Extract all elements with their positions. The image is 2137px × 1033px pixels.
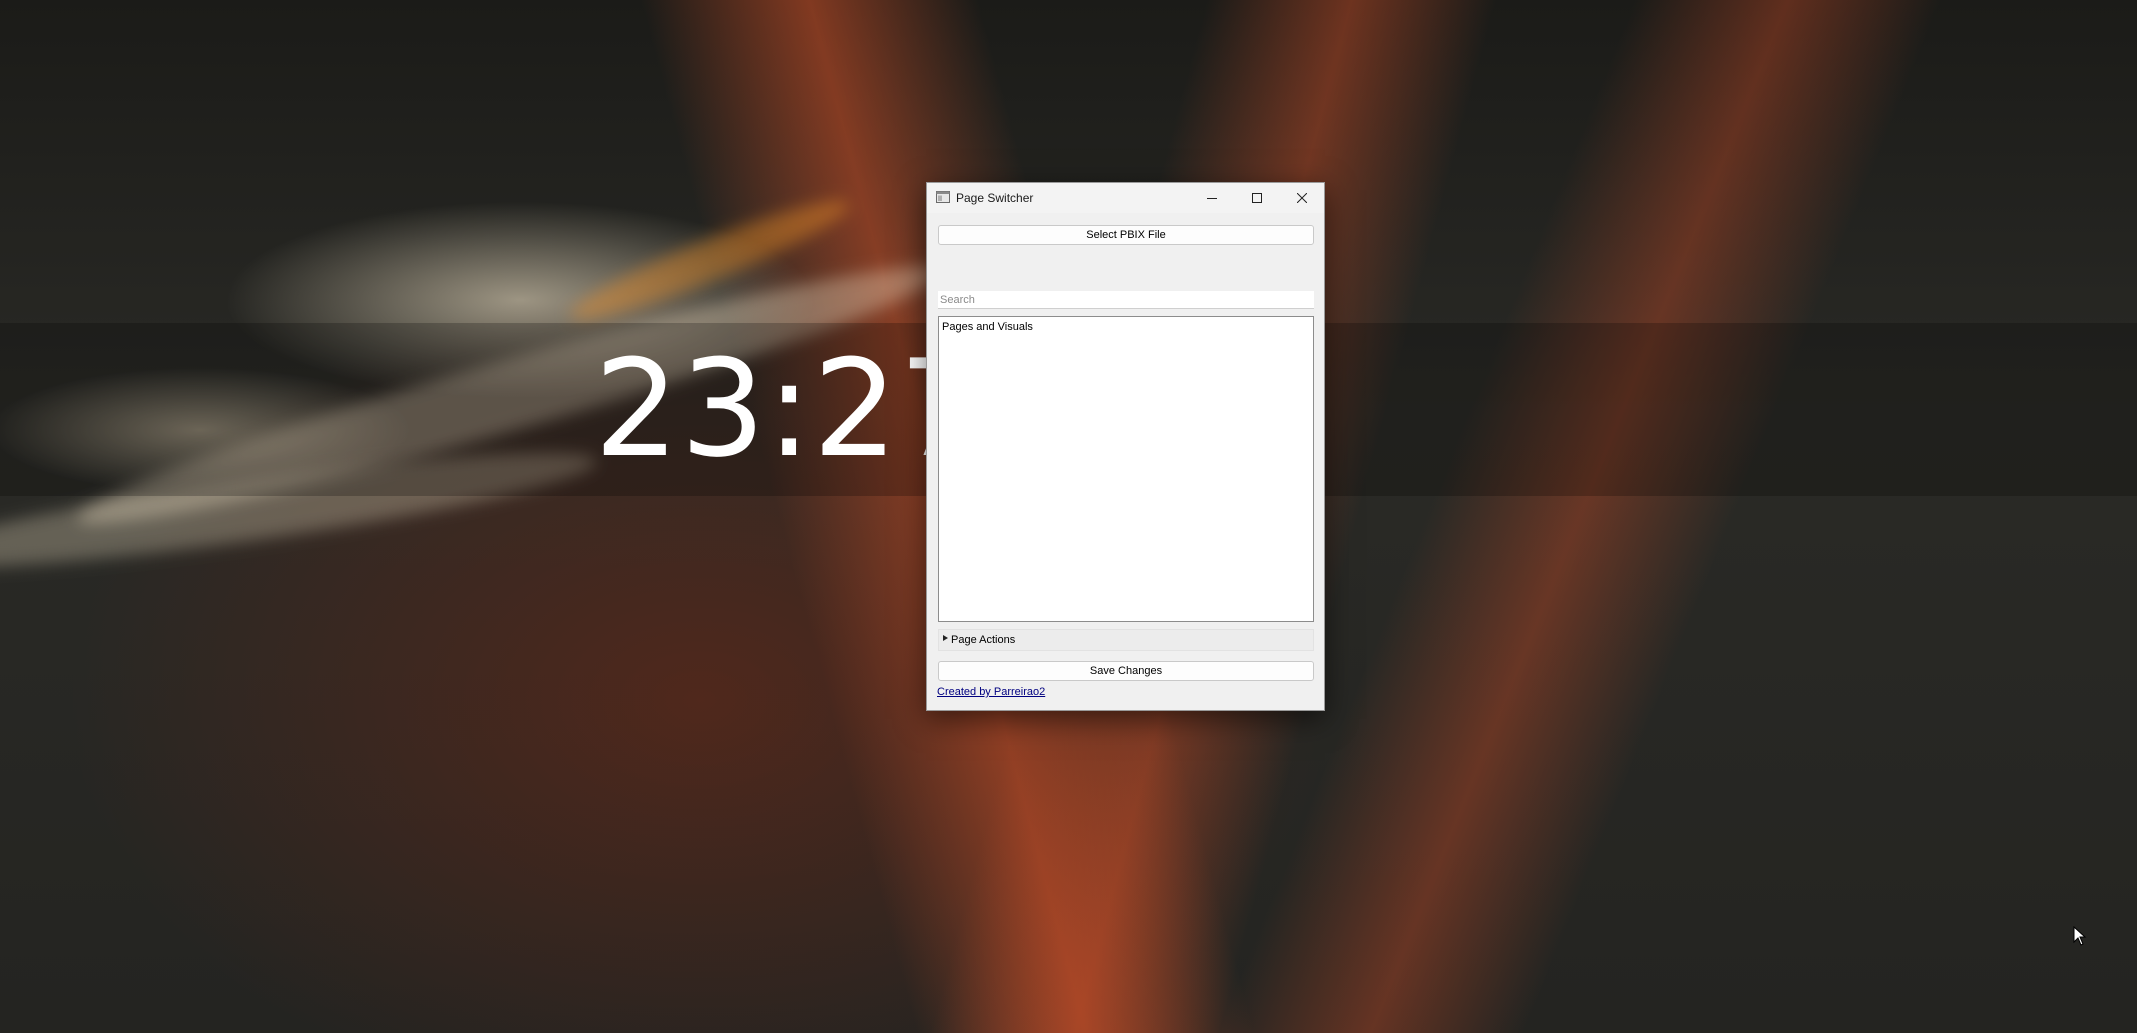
page-switcher-window: Page Switcher Select PBIX File Pages and… [926, 182, 1325, 711]
page-actions-label: Page Actions [951, 634, 1016, 646]
search-input[interactable] [938, 291, 1314, 309]
maximize-button[interactable] [1234, 183, 1279, 213]
chevron-right-icon [943, 635, 948, 641]
maximize-icon [1251, 193, 1262, 203]
window-title: Page Switcher [956, 191, 1034, 205]
title-bar[interactable]: Page Switcher [927, 183, 1324, 213]
mouse-pointer-icon [2073, 926, 2087, 946]
pages-visuals-tree[interactable]: Pages and Visuals [938, 316, 1314, 622]
save-changes-button[interactable]: Save Changes [938, 661, 1314, 681]
credit-link[interactable]: Created by Parreirao2 [937, 686, 1045, 698]
page-actions-toggle[interactable]: Page Actions [938, 629, 1314, 651]
tree-header-label: Pages and Visuals [942, 321, 1033, 333]
close-button[interactable] [1279, 183, 1324, 213]
close-icon [1296, 193, 1307, 203]
minimize-icon [1206, 198, 1217, 199]
select-pbix-file-button[interactable]: Select PBIX File [938, 225, 1314, 245]
minimize-button[interactable] [1189, 183, 1234, 213]
window-icon [936, 191, 950, 203]
